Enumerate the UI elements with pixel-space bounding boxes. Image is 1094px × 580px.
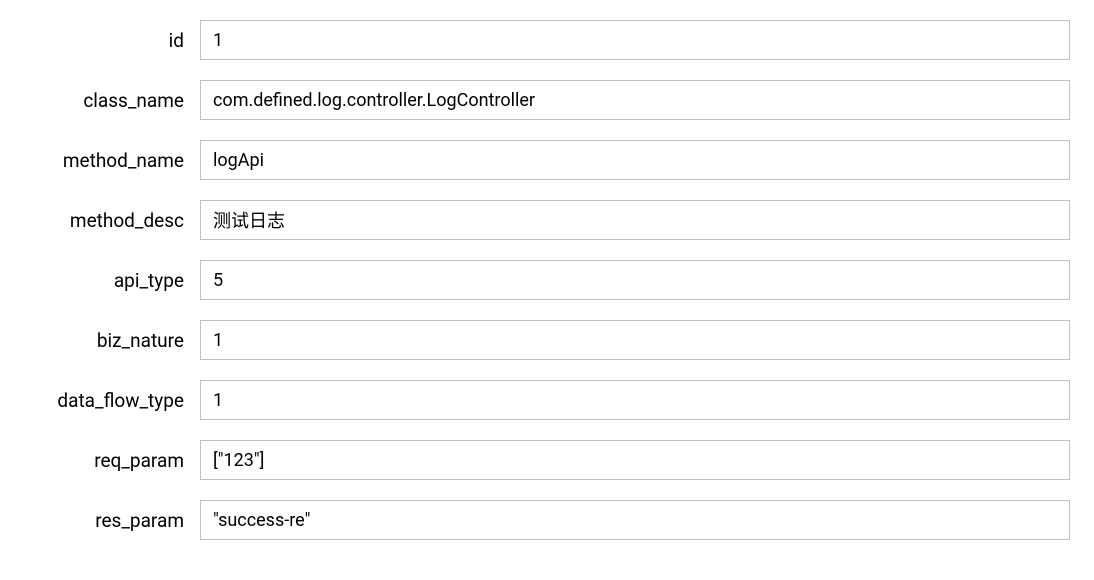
input-data-flow-type[interactable]	[200, 380, 1070, 420]
label-method-name: method_name	[0, 149, 200, 172]
form-row-method-desc: method_desc	[0, 200, 1094, 240]
input-res-param[interactable]	[200, 500, 1070, 540]
form-row-method-name: method_name	[0, 140, 1094, 180]
form-row-biz-nature: biz_nature	[0, 320, 1094, 360]
label-req-param: req_param	[0, 449, 200, 472]
label-biz-nature: biz_nature	[0, 329, 200, 352]
input-id[interactable]	[200, 20, 1070, 60]
form-row-id: id	[0, 20, 1094, 60]
form-container: id class_name method_name method_desc ap…	[0, 20, 1094, 540]
form-row-data-flow-type: data_flow_type	[0, 380, 1094, 420]
form-row-api-type: api_type	[0, 260, 1094, 300]
input-method-name[interactable]	[200, 140, 1070, 180]
form-row-req-param: req_param	[0, 440, 1094, 480]
label-res-param: res_param	[0, 509, 200, 532]
label-method-desc: method_desc	[0, 209, 200, 232]
form-row-class-name: class_name	[0, 80, 1094, 120]
input-req-param[interactable]	[200, 440, 1070, 480]
input-biz-nature[interactable]	[200, 320, 1070, 360]
label-class-name: class_name	[0, 89, 200, 112]
form-row-res-param: res_param	[0, 500, 1094, 540]
input-class-name[interactable]	[200, 80, 1070, 120]
label-id: id	[0, 29, 200, 52]
label-api-type: api_type	[0, 269, 200, 292]
input-method-desc[interactable]	[200, 200, 1070, 240]
label-data-flow-type: data_flow_type	[0, 389, 200, 412]
input-api-type[interactable]	[200, 260, 1070, 300]
